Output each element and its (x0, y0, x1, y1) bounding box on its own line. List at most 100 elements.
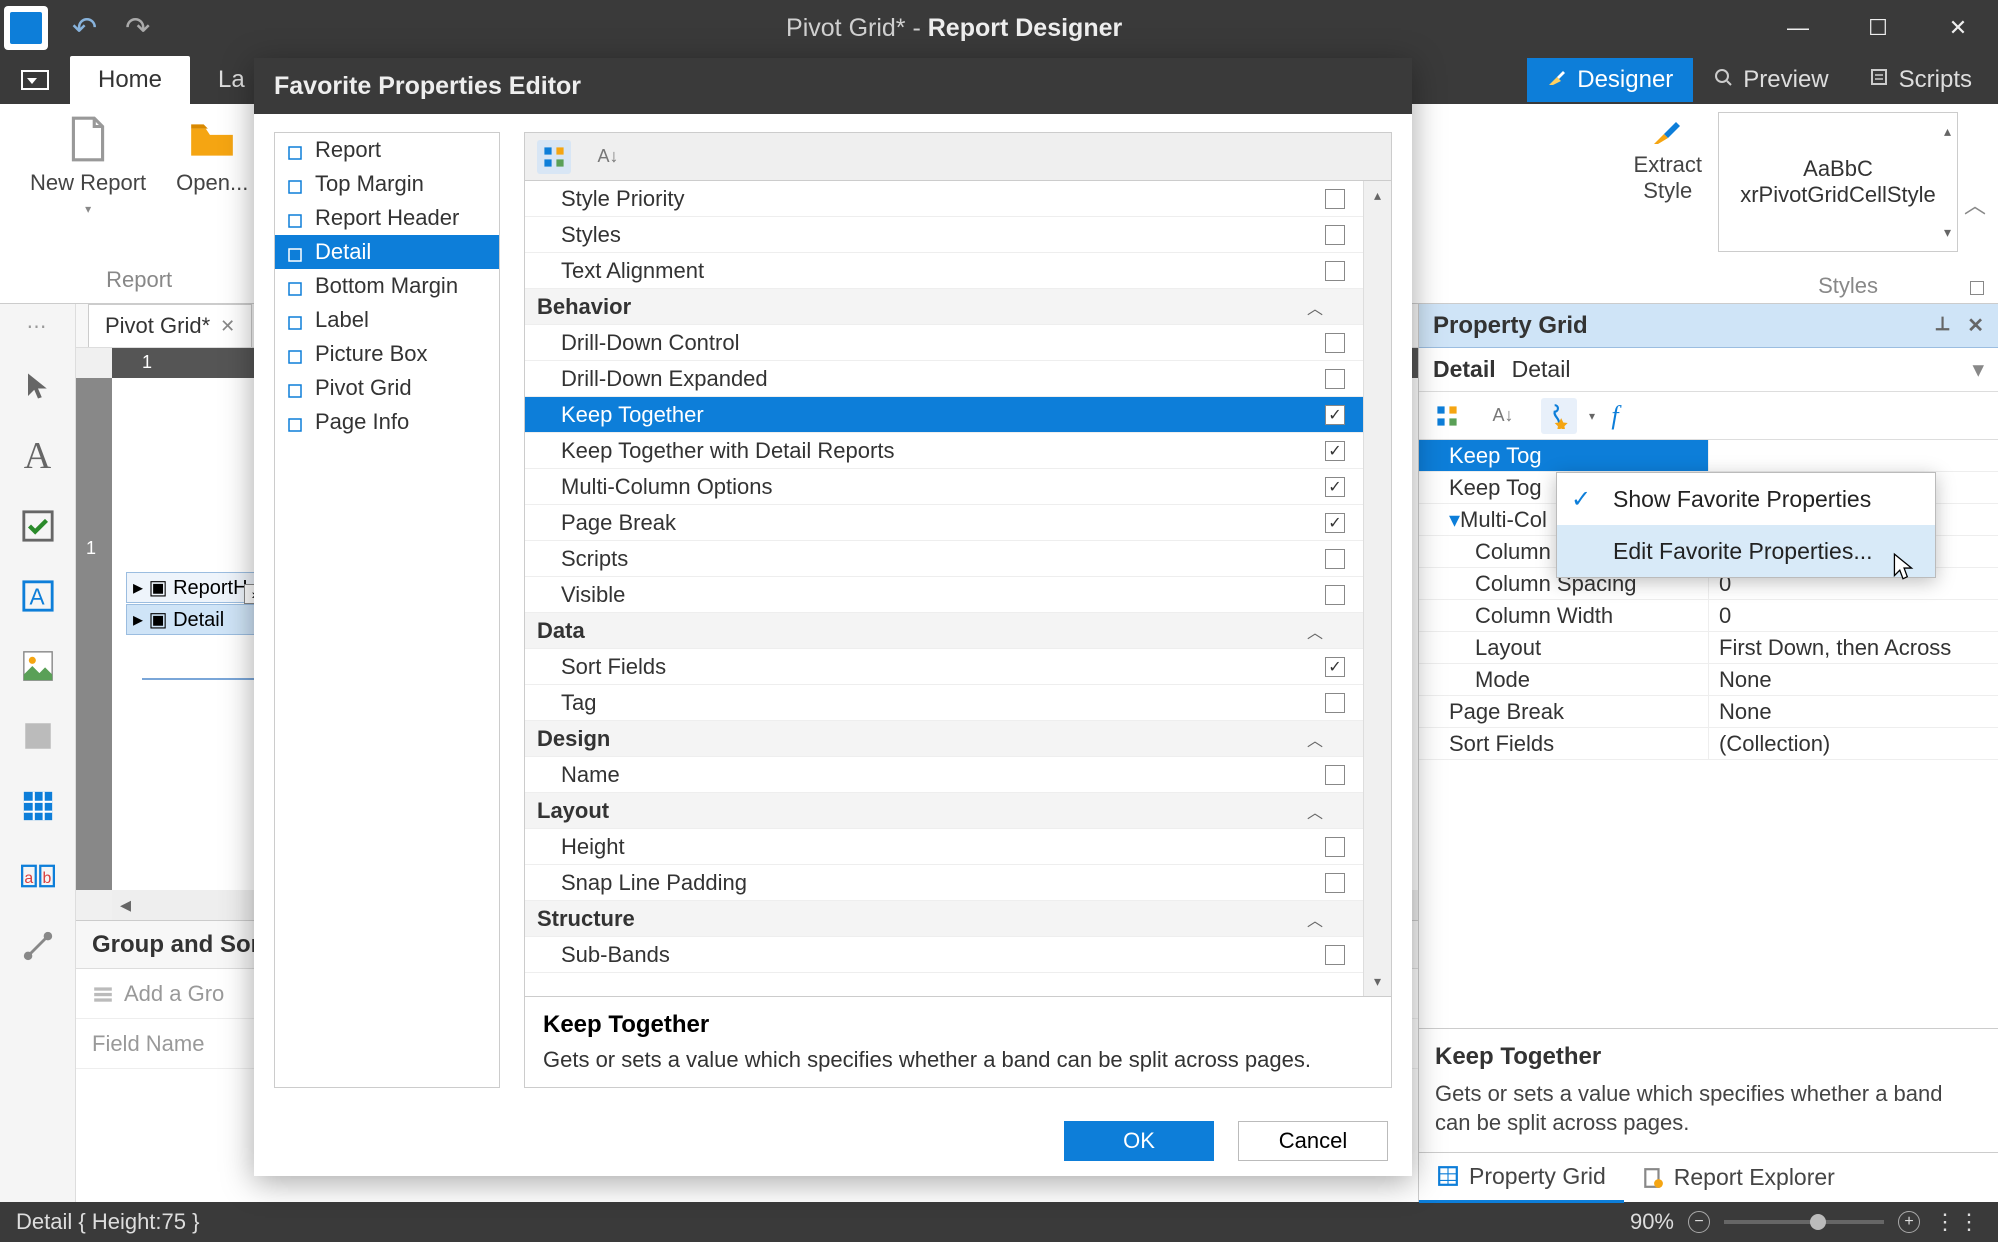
property-item[interactable]: Multi-Column Options✓ (525, 469, 1363, 505)
property-item[interactable]: Tag (525, 685, 1363, 721)
property-checkbox[interactable] (1307, 693, 1363, 713)
property-item[interactable]: Height (525, 829, 1363, 865)
ok-button[interactable]: OK (1064, 1121, 1214, 1161)
property-item[interactable]: Drill-Down Expanded (525, 361, 1363, 397)
tree-item[interactable]: Detail (275, 235, 499, 269)
dialog-property-list[interactable]: Style PriorityStylesText AlignmentBehavi… (525, 181, 1363, 996)
property-category[interactable]: Structure︿ (525, 901, 1363, 937)
property-category[interactable]: Data︿ (525, 613, 1363, 649)
property-item[interactable]: Scripts (525, 541, 1363, 577)
property-checkbox[interactable]: ✓ (1307, 405, 1363, 425)
property-checkbox[interactable] (1307, 585, 1363, 605)
new-report-button[interactable]: New Report ▾ (30, 114, 146, 216)
dialog-alphabetical-button[interactable]: A↓ (591, 140, 625, 174)
gallery-up-icon[interactable]: ▴ (1944, 123, 1951, 140)
styles-popout-icon[interactable] (1970, 281, 1984, 295)
tab-scripts[interactable]: Scripts (1849, 58, 1992, 102)
zoom-out-button[interactable]: − (1688, 1211, 1710, 1233)
property-item[interactable]: Drill-Down Control (525, 325, 1363, 361)
property-checkbox[interactable] (1307, 945, 1363, 965)
property-item[interactable]: Snap Line Padding (525, 865, 1363, 901)
tab-report-explorer[interactable]: Report Explorer (1624, 1154, 1853, 1201)
property-item[interactable]: Text Alignment (525, 253, 1363, 289)
categorized-button[interactable] (1429, 398, 1465, 434)
tab-preview[interactable]: Preview (1693, 58, 1848, 102)
richtext-tool[interactable]: A (15, 573, 61, 619)
line-tool[interactable] (15, 923, 61, 969)
property-checkbox[interactable] (1307, 873, 1363, 893)
pin-icon[interactable]: ⟂ (1936, 313, 1949, 338)
style-gallery[interactable]: AaBbC xrPivotGridCellStyle ▴ ▾ (1718, 112, 1958, 252)
property-item[interactable]: Style Priority (525, 181, 1363, 217)
dialog-categorized-button[interactable] (537, 140, 571, 174)
minimize-button[interactable]: — (1758, 0, 1838, 56)
property-item[interactable]: Keep Together✓ (525, 397, 1363, 433)
table-tool[interactable] (15, 783, 61, 829)
property-row[interactable]: Page BreakNone (1419, 696, 1998, 728)
panel-tool[interactable] (15, 713, 61, 759)
toolbox-grip[interactable]: ⋯ (27, 314, 49, 339)
zoom-in-button[interactable]: + (1898, 1211, 1920, 1233)
checkbox-tool[interactable] (15, 503, 61, 549)
tree-item[interactable]: Report (275, 133, 499, 167)
property-item[interactable]: Page Break✓ (525, 505, 1363, 541)
property-checkbox[interactable]: ✓ (1307, 477, 1363, 497)
cancel-button[interactable]: Cancel (1238, 1121, 1388, 1161)
dropdown-icon[interactable]: ▾ (1972, 356, 1984, 383)
file-menu-button[interactable] (0, 56, 70, 104)
property-item[interactable]: Name (525, 757, 1363, 793)
property-checkbox[interactable] (1307, 189, 1363, 209)
tree-item[interactable]: Bottom Margin (275, 269, 499, 303)
app-icon[interactable] (4, 6, 48, 50)
charactercomb-tool[interactable]: ab (15, 853, 61, 899)
property-checkbox[interactable]: ✓ (1307, 513, 1363, 533)
property-category[interactable]: Design︿ (525, 721, 1363, 757)
picturebox-tool[interactable] (15, 643, 61, 689)
extract-style-button[interactable]: Extract Style (1634, 112, 1702, 204)
tree-item[interactable]: Picture Box (275, 337, 499, 371)
dialog-element-tree[interactable]: ReportTop MarginReport HeaderDetailBotto… (274, 132, 500, 1088)
object-selector[interactable]: Detail Detail ▾ (1419, 348, 1998, 392)
property-category[interactable]: Layout︿ (525, 793, 1363, 829)
property-row[interactable]: Keep Tog (1419, 440, 1998, 472)
close-icon[interactable]: ✕ (220, 316, 235, 337)
close-panel-icon[interactable]: ✕ (1967, 313, 1984, 338)
property-row[interactable]: ModeNone (1419, 664, 1998, 696)
property-checkbox[interactable]: ✓ (1307, 657, 1363, 677)
property-checkbox[interactable] (1307, 225, 1363, 245)
property-row[interactable]: LayoutFirst Down, then Across (1419, 632, 1998, 664)
property-checkbox[interactable] (1307, 837, 1363, 857)
property-row[interactable]: Sort Fields(Collection) (1419, 728, 1998, 760)
property-checkbox[interactable] (1307, 333, 1363, 353)
zoom-grip-icon[interactable]: ⋮⋮ (1934, 1209, 1982, 1235)
tree-item[interactable]: Report Header (275, 201, 499, 235)
alphabetical-button[interactable]: A↓ (1485, 398, 1521, 434)
ribbon-collapse-button[interactable]: ︿ (1964, 188, 1986, 220)
property-checkbox[interactable]: ✓ (1307, 441, 1363, 461)
property-item[interactable]: Keep Together with Detail Reports✓ (525, 433, 1363, 469)
pointer-tool[interactable] (15, 363, 61, 409)
tab-designer[interactable]: Designer (1527, 58, 1693, 102)
property-item[interactable]: Sort Fields✓ (525, 649, 1363, 685)
dialog-scrollbar[interactable]: ▴▾ (1363, 181, 1391, 996)
favorites-dropdown-button[interactable]: ▾ (1541, 398, 1577, 434)
redo-button[interactable]: ↷ (125, 11, 150, 46)
zoom-slider[interactable] (1724, 1220, 1884, 1224)
open-button[interactable]: Open... (176, 114, 248, 216)
label-tool[interactable]: A (15, 433, 61, 479)
tree-item[interactable]: Label (275, 303, 499, 337)
tree-item[interactable]: Top Margin (275, 167, 499, 201)
close-button[interactable]: ✕ (1918, 0, 1998, 56)
tab-property-grid[interactable]: Property Grid (1419, 1153, 1624, 1203)
property-row[interactable]: Column Width0 (1419, 600, 1998, 632)
gallery-down-icon[interactable]: ▾ (1944, 224, 1951, 241)
property-checkbox[interactable] (1307, 549, 1363, 569)
document-tab[interactable]: Pivot Grid* ✕ (88, 304, 252, 347)
property-category[interactable]: Behavior︿ (525, 289, 1363, 325)
undo-button[interactable]: ↶ (72, 11, 97, 46)
maximize-button[interactable]: ☐ (1838, 0, 1918, 56)
property-checkbox[interactable] (1307, 369, 1363, 389)
property-checkbox[interactable] (1307, 765, 1363, 785)
property-item[interactable]: Visible (525, 577, 1363, 613)
tree-item[interactable]: Page Info (275, 405, 499, 439)
